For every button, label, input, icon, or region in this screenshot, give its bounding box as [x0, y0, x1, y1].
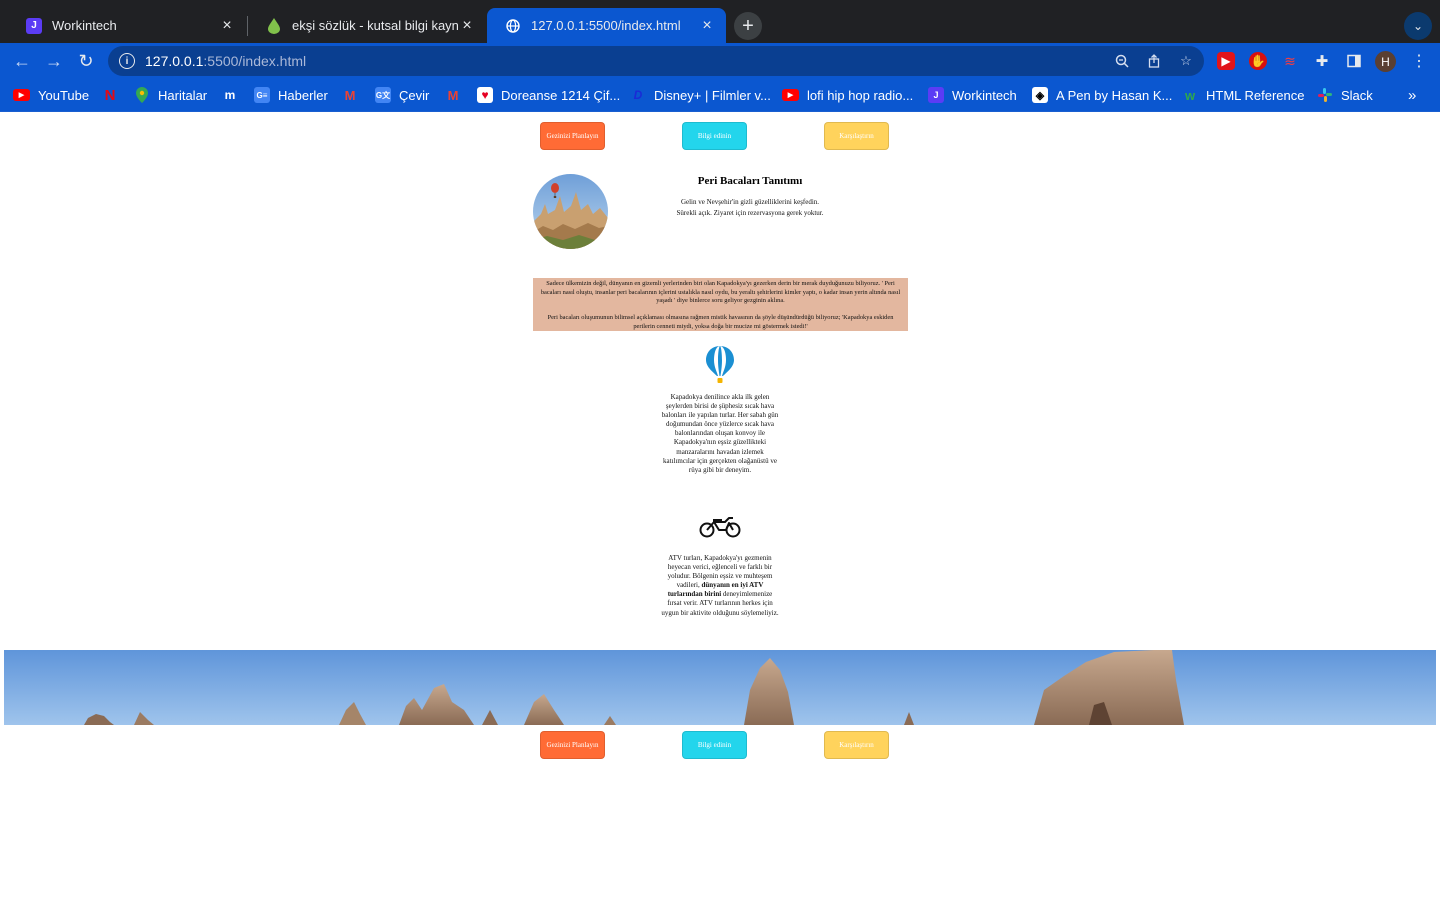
story-paragraph-1: Sadece ülkemizin değil, dünyanın en gize… [540, 280, 901, 305]
bookmark-cevir[interactable]: G文 Çevir [375, 86, 429, 104]
extensions-puzzle-icon[interactable]: ✚ [1313, 52, 1331, 70]
cappadocia-banner-image [4, 650, 1436, 725]
bookmarks-overflow-icon[interactable]: » [1408, 87, 1416, 104]
lastpass-icon[interactable]: ≋ [1281, 52, 1299, 70]
close-icon[interactable]: × [458, 17, 476, 35]
close-icon[interactable]: × [698, 17, 716, 35]
news-icon: G≡ [254, 87, 270, 103]
netflix-icon: N [104, 86, 116, 104]
adblock-hand-icon[interactable]: ✋ [1249, 52, 1267, 70]
tab-eksi[interactable]: ekşi sözlük - kutsal bilgi kaynağı × [248, 8, 486, 43]
bookmark-lofi[interactable]: ▶ lofi hip hop radio... [782, 86, 913, 104]
intro-line-1: Gelin ve Nevşehir'in gizli güzelliklerin… [680, 198, 820, 206]
workintech-icon: J [928, 87, 944, 103]
plan-trip-button-footer[interactable]: Gezinizi Planlayın [540, 731, 605, 759]
address-url: 127.0.0.1:5500/index.html [145, 53, 307, 69]
bookmark-doreanse[interactable]: ♥ Doreanse 1214 Çif... [477, 86, 620, 104]
tab-localhost[interactable]: 127.0.0.1:5500/index.html × [487, 8, 726, 43]
intro-text: Gelin ve Nevşehir'in gizli güzelliklerin… [640, 197, 860, 219]
fairy-chimneys-avatar-image [533, 174, 608, 249]
gmail-icon: M [344, 87, 356, 103]
compare-button[interactable]: Karşılaştırın [824, 122, 889, 150]
codepen-icon: ◈ [1032, 87, 1048, 103]
balloon-tour-text: Kapadokya denilince akla ilk gelen şeyle… [661, 393, 779, 474]
bookmark-workintech[interactable]: J Workintech [928, 86, 1017, 104]
m-icon: m [224, 88, 236, 102]
youtube-icon: ▶ [782, 89, 799, 101]
bookmark-gmail[interactable]: M [342, 86, 358, 104]
bookmark-haberler[interactable]: G≡ Haberler [254, 86, 328, 104]
bookmark-gmail-2[interactable]: M [445, 86, 461, 104]
browser-tab-strip: J Workintech × ekşi sözlük - kutsal bilg… [0, 0, 1440, 43]
disney-icon: D [633, 88, 643, 102]
globe-icon [505, 18, 521, 34]
bookmark-disney[interactable]: D Disney+ | Filmler v... [630, 86, 771, 104]
extension-red-icon[interactable]: ▶ [1217, 52, 1235, 70]
forward-arrow-icon[interactable]: → [42, 49, 66, 73]
site-info-icon[interactable]: i [119, 53, 135, 69]
motorcycle-icon [699, 514, 741, 543]
new-tab-plus-icon[interactable]: + [734, 12, 762, 40]
bookmark-youtube[interactable]: ▶ YouTube [13, 86, 89, 104]
hot-air-balloon-icon [705, 345, 735, 390]
tab-workintech[interactable]: J Workintech × [8, 8, 246, 43]
maps-pin-icon [134, 87, 150, 103]
learn-more-button[interactable]: Bilgi edinin [682, 122, 747, 150]
page-content: Gezinizi Planlayın Bilgi edinin Karşılaş… [0, 112, 1440, 900]
slack-icon [1317, 87, 1333, 103]
profile-avatar[interactable]: H [1375, 51, 1396, 72]
bookmarks-bar: ▶ YouTube N Haritalar m G≡ Haberler M G文… [0, 79, 1440, 112]
intro-title: Peri Bacaları Tanıtımı [697, 175, 803, 187]
bookmark-html-reference[interactable]: w HTML Reference [1182, 86, 1305, 104]
youtube-icon: ▶ [13, 89, 30, 101]
intro-line-2: Sürekli açık. Ziyaret için rezervasyona … [676, 209, 824, 218]
bookmark-m[interactable]: m [222, 86, 238, 104]
bookmark-star-icon[interactable]: ☆ [1178, 53, 1194, 69]
tab-title: 127.0.0.1:5500/index.html [531, 18, 681, 33]
workintech-icon: J [26, 17, 42, 34]
heart-icon: ♥ [477, 87, 493, 103]
plan-trip-button[interactable]: Gezinizi Planlayın [540, 122, 605, 150]
story-box: Sadece ülkemizin değil, dünyanın en gize… [533, 278, 908, 331]
gmail-icon: M [447, 87, 459, 103]
bookmark-slack[interactable]: Slack [1317, 86, 1373, 104]
tab-title: Workintech [52, 18, 117, 33]
bookmark-netflix[interactable]: N [102, 86, 118, 104]
story-paragraph-2: Peri bacaları oluşumunun bilimsel açıkla… [547, 313, 894, 330]
back-arrow-icon[interactable]: ← [10, 49, 34, 73]
compare-button-footer[interactable]: Karşılaştırın [824, 731, 889, 759]
atv-tour-text: ATV turları, Kapadokya'yı gezmenin heyec… [661, 554, 779, 617]
reload-icon[interactable]: ↻ [74, 49, 98, 73]
eksi-drop-icon [266, 17, 282, 34]
tab-search-chevron-icon[interactable]: ⌄ [1404, 12, 1432, 40]
tab-title: ekşi sözlük - kutsal bilgi kaynağı [292, 18, 458, 33]
translate-icon: G文 [375, 87, 391, 103]
learn-more-button-footer[interactable]: Bilgi edinin [682, 731, 747, 759]
w-icon: w [1184, 87, 1196, 103]
address-bar[interactable]: i 127.0.0.1:5500/index.html ☆ [108, 46, 1204, 76]
bookmark-codepen[interactable]: ◈ A Pen by Hasan K... [1032, 86, 1172, 104]
browser-toolbar: ← → ↻ i 127.0.0.1:5500/index.html ☆ ▶ ✋ … [0, 43, 1440, 79]
zoom-icon[interactable] [1114, 53, 1130, 69]
side-panel-icon[interactable] [1345, 52, 1363, 70]
bookmark-haritalar[interactable]: Haritalar [134, 86, 207, 104]
more-menu-icon[interactable]: ⋮ [1410, 51, 1428, 71]
close-icon[interactable]: × [218, 17, 236, 35]
share-icon[interactable] [1146, 53, 1162, 69]
